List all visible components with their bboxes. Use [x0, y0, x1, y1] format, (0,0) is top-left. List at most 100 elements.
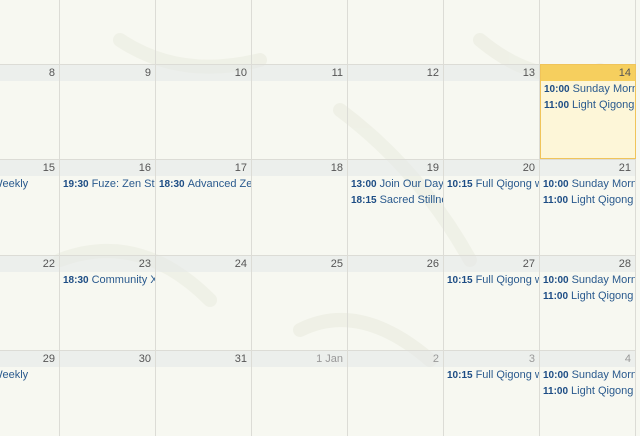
day-number[interactable]: 24 — [156, 256, 251, 272]
day-cell[interactable]: 30 — [60, 350, 156, 436]
day-cell[interactable]: 31 — [156, 350, 252, 436]
event-time: 18:15 — [351, 195, 377, 206]
day-number[interactable]: 20 — [444, 160, 539, 176]
day-number[interactable]: 9 — [60, 65, 155, 81]
event-title: Advanced Zen — [187, 178, 251, 190]
event-title: Community X — [91, 274, 155, 286]
event-title: Your Weekly — [0, 178, 29, 190]
day-number[interactable]: 21 — [540, 160, 635, 176]
calendar-event[interactable]: 11:00 Light Qigong — [541, 98, 635, 113]
day-cell[interactable]: 29 Your Weekly — [0, 350, 60, 436]
day-number[interactable]: 10 — [156, 65, 251, 81]
calendar-event[interactable]: 11:00 Light Qigong — [540, 289, 635, 304]
calendar-event[interactable]: Your Weekly — [0, 177, 59, 192]
event-title: Join Our Day — [379, 178, 443, 190]
day-cell[interactable] — [444, 0, 540, 64]
day-number[interactable]: 31 — [156, 351, 251, 367]
day-cell[interactable]: 24 — [156, 255, 252, 350]
calendar-event[interactable]: 10:00Sunday Morning — [540, 273, 635, 288]
day-cell[interactable] — [0, 0, 60, 64]
calendar-event[interactable]: 11:00 Light Qigong — [540, 193, 635, 208]
day-number[interactable]: 11 — [252, 65, 347, 81]
event-time: 10:15 — [447, 179, 473, 190]
day-cell[interactable]: 2810:00Sunday Morning11:00Light Qigong — [540, 255, 636, 350]
day-cell[interactable]: 1718:30Advanced Zen — [156, 159, 252, 255]
day-cell[interactable]: 1913:00Join Our Day18:15Sacred Stillness — [348, 159, 444, 255]
event-time: 10:00 — [544, 84, 570, 95]
day-cell[interactable]: 11 — [252, 64, 348, 159]
day-cell[interactable]: 1 Jan — [252, 350, 348, 436]
day-cell[interactable]: 15 Your Weekly — [0, 159, 60, 255]
day-cell[interactable]: 26 — [348, 255, 444, 350]
day-number[interactable]: 8 — [0, 65, 59, 81]
day-number[interactable]: 4 — [540, 351, 635, 367]
day-number[interactable]: 15 — [0, 160, 59, 176]
day-cell[interactable]: 10 — [156, 64, 252, 159]
day-cell[interactable]: 2110:00Sunday Morning11:00Light Qigong — [540, 159, 636, 255]
day-cell[interactable]: 22 — [0, 255, 60, 350]
calendar-event[interactable]: 11:00 Light Qigong — [540, 384, 635, 399]
day-number[interactable]: 28 — [540, 256, 635, 272]
calendar-event[interactable]: 10:00Sunday Morning — [540, 177, 635, 192]
day-cell[interactable] — [540, 0, 636, 64]
day-number[interactable]: 22 — [0, 256, 59, 272]
day-cell[interactable]: 8 — [0, 64, 60, 159]
day-number[interactable]: 30 — [60, 351, 155, 367]
day-number[interactable]: 27 — [444, 256, 539, 272]
day-number[interactable]: 13 — [444, 65, 539, 81]
day-cell[interactable]: 1619:30Fuze: Zen Stretch — [60, 159, 156, 255]
calendar-event[interactable]: 10:00Sunday Morning — [540, 368, 635, 383]
day-number[interactable]: 12 — [348, 65, 443, 81]
day-number[interactable]: 16 — [60, 160, 155, 176]
day-cell[interactable] — [60, 0, 156, 64]
calendar-event[interactable]: Your Weekly — [0, 368, 59, 383]
day-number[interactable]: 18 — [252, 160, 347, 176]
day-number[interactable]: 23 — [60, 256, 155, 272]
day-cell[interactable]: 23 18:30 Community X — [60, 255, 156, 350]
calendar-event[interactable]: 10:00Sunday Morning — [541, 82, 635, 97]
day-number[interactable]: 1 Jan — [252, 351, 347, 367]
day-cell[interactable]: 18 — [252, 159, 348, 255]
day-number[interactable]: 19 — [348, 160, 443, 176]
event-title: Sacred Stillness — [379, 194, 443, 206]
day-cell-today[interactable]: 1410:00Sunday Morning11:00Light Qigong — [540, 64, 636, 159]
day-cell[interactable]: 2 — [348, 350, 444, 436]
day-cell[interactable]: 410:00Sunday Morning11:00Light Qigong — [540, 350, 636, 436]
calendar-event[interactable]: 10:15 Full Qigong w — [444, 177, 539, 192]
event-title: Full Qigong w — [475, 369, 539, 381]
event-title: Sunday Morning — [571, 178, 635, 190]
calendar-event[interactable]: 19:30Fuze: Zen Stretch — [60, 177, 155, 192]
event-time: 18:30 — [159, 179, 185, 190]
day-number[interactable]: 26 — [348, 256, 443, 272]
day-number[interactable]: 2 — [348, 351, 443, 367]
day-cell[interactable]: 27 10:15 Full Qigong w — [444, 255, 540, 350]
day-cell[interactable] — [348, 0, 444, 64]
event-title: Sunday Morning — [572, 83, 635, 95]
calendar-event[interactable]: 10:15 Full Qigong w — [444, 273, 539, 288]
day-cell[interactable]: 20 10:15 Full Qigong w — [444, 159, 540, 255]
day-cell[interactable] — [156, 0, 252, 64]
event-time: 10:15 — [447, 370, 473, 381]
calendar-event[interactable]: 18:15Sacred Stillness — [348, 193, 443, 208]
event-title: Full Qigong w — [475, 178, 539, 190]
day-number[interactable]: 14 — [541, 65, 635, 81]
day-number[interactable]: 29 — [0, 351, 59, 367]
calendar-event[interactable]: 10:15 Full Qigong w — [444, 368, 539, 383]
event-title: Light Qigong — [571, 385, 634, 397]
day-cell[interactable]: 3 10:15 Full Qigong w — [444, 350, 540, 436]
day-number[interactable]: 3 — [444, 351, 539, 367]
day-cell[interactable] — [252, 0, 348, 64]
calendar-event[interactable]: 18:30Advanced Zen — [156, 177, 251, 192]
day-cell[interactable]: 12 — [348, 64, 444, 159]
event-time: 10:15 — [447, 275, 473, 286]
event-time: 13:00 — [351, 179, 377, 190]
calendar-event[interactable]: 13:00 Join Our Day — [348, 177, 443, 192]
week-row: 15Your Weekly1619:30Fuze: Zen Stretch171… — [0, 159, 640, 255]
day-cell[interactable]: 25 — [252, 255, 348, 350]
day-cell[interactable]: 13 — [444, 64, 540, 159]
day-number[interactable]: 17 — [156, 160, 251, 176]
day-number[interactable]: 25 — [252, 256, 347, 272]
day-cell[interactable]: 9 — [60, 64, 156, 159]
calendar-event[interactable]: 18:30 Community X — [60, 273, 155, 288]
event-title: Full Qigong w — [475, 274, 539, 286]
